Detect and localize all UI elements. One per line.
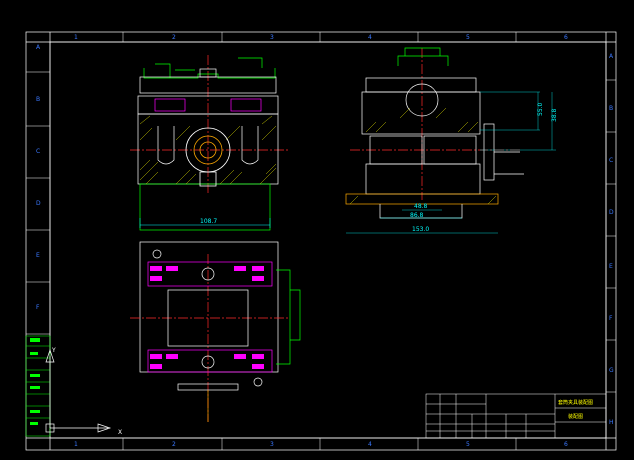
zone-left-C: C [36,148,40,155]
zone-right-D: D [609,209,614,216]
side-dim-height-1: 55.0 [537,102,544,116]
zone-top-6: 6 [564,34,568,41]
zone-bottom-4: 4 [368,441,372,448]
zone-left-B: B [36,96,40,103]
zone-top-5: 5 [466,34,470,41]
zone-right-H: H [609,419,614,426]
side-dim-slot-inner: 48.8 [414,203,428,210]
zone-top-4: 4 [368,34,372,41]
zone-right-F: F [609,315,613,322]
zone-top-3: 3 [270,34,274,41]
front-width-dim-text: 108.7 [200,218,217,225]
drawing-subtitle: 装配图 [568,413,583,420]
side-dim-base-width: 153.0 [412,226,429,233]
zone-right-G: G [609,367,614,374]
zone-top-1: 1 [74,34,78,41]
cad-drawing-canvas[interactable]: 1 2 3 4 5 6 1 2 3 4 5 6 A B C D E F A B … [0,0,634,460]
zone-bottom-2: 2 [172,441,176,448]
side-dim-slot-outer: 86.8 [410,212,424,219]
zone-right-B: B [609,105,613,112]
zone-bottom-5: 5 [466,441,470,448]
zone-left-D: D [36,200,41,207]
zone-left-E: E [36,252,40,259]
ucs-y-label: Y [51,347,56,354]
zone-bottom-6: 6 [564,441,568,448]
ucs-x-label: X [118,429,122,436]
zone-bottom-1: 1 [74,441,78,448]
drawing-name: 套筒夹具装配图 [558,399,593,406]
model-space-background [0,0,634,460]
side-dim-height-2: 38.8 [551,108,558,122]
zone-top-2: 2 [172,34,176,41]
zone-bottom-3: 3 [270,441,274,448]
zone-right-E: E [609,263,613,270]
zone-left-F: F [36,304,40,311]
zone-right-C: C [609,157,613,164]
